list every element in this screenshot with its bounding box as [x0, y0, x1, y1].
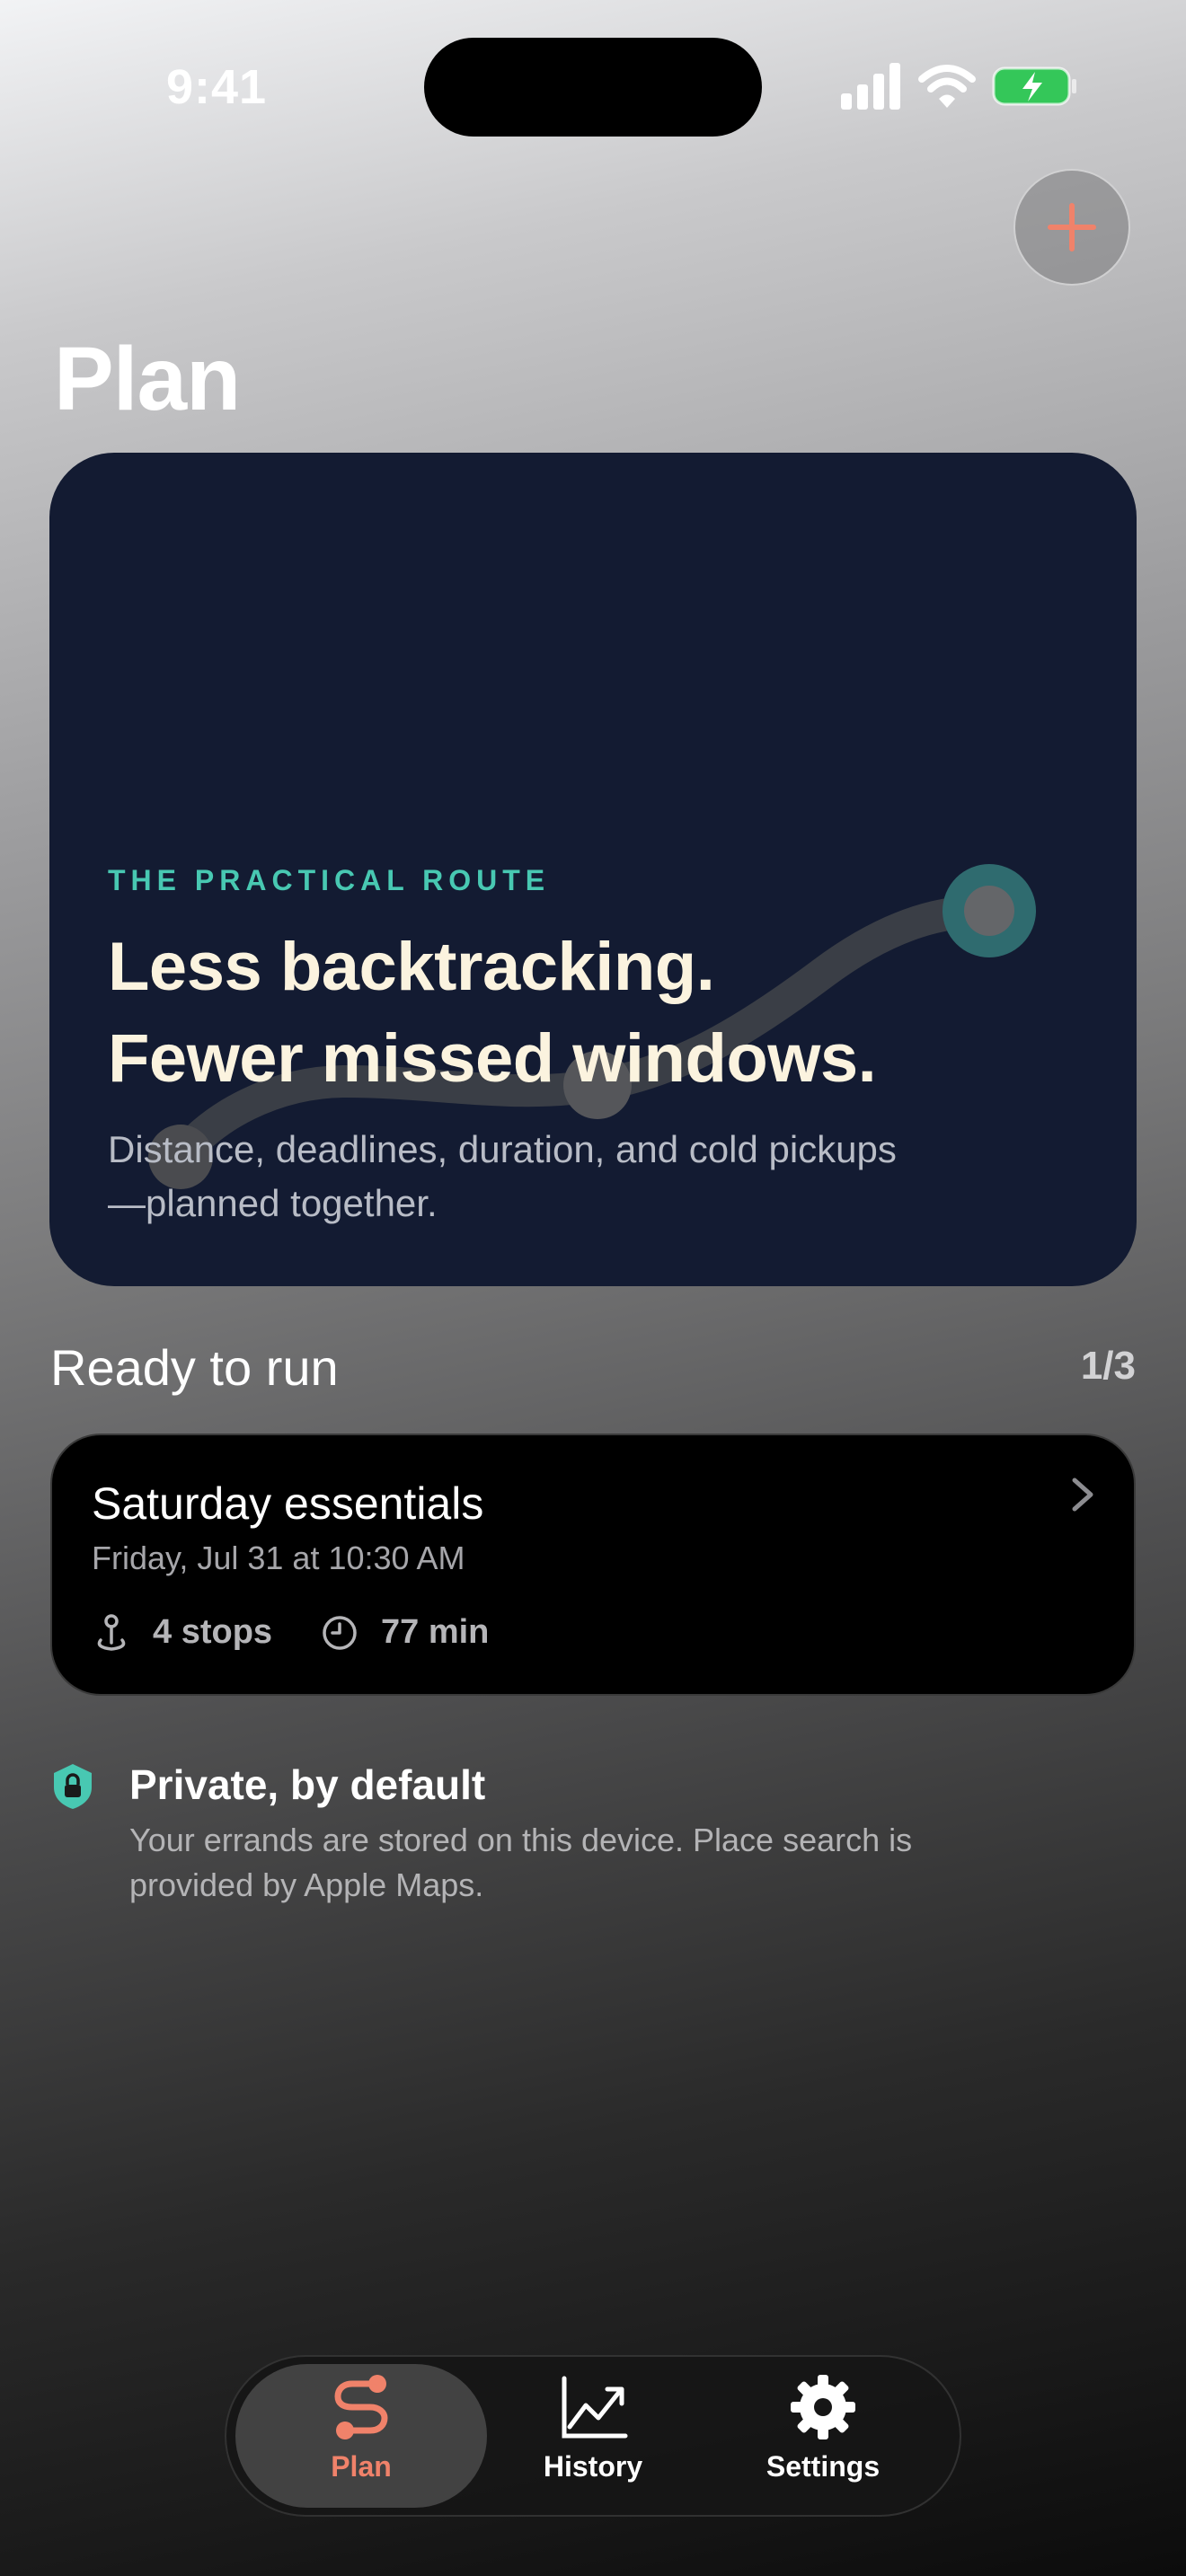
privacy-title: Private, by default — [129, 1761, 486, 1808]
plus-icon — [1048, 203, 1096, 251]
run-card-date: Friday, Jul 31 at 10:30 AM — [92, 1539, 465, 1576]
add-errand-button[interactable] — [1013, 169, 1130, 286]
chart-icon — [562, 2376, 628, 2439]
section-title-ready-to-run: Ready to run — [50, 1339, 339, 1396]
tab-plan[interactable]: Plan — [235, 2371, 487, 2506]
hero-headline: Less backtracking. Fewer missed windows. — [108, 922, 1051, 1105]
tab-history[interactable]: History — [503, 2371, 683, 2506]
hero-headline-line-2: Fewer missed windows. — [108, 1020, 877, 1097]
tab-history-label: History — [543, 2450, 643, 2483]
hero-eyebrow: THE PRACTICAL ROUTE — [108, 864, 551, 896]
route-icon — [334, 2375, 388, 2439]
shield-lock-icon — [54, 1764, 92, 1809]
run-card-stops: 4 stops — [153, 1613, 273, 1651]
privacy-body: Your errands are stored on this device. … — [129, 1822, 913, 1903]
hero-headline-line-1: Less backtracking. — [108, 929, 715, 1005]
tab-plan-label: Plan — [331, 2450, 392, 2483]
dynamic-island — [424, 38, 762, 137]
wifi-icon — [918, 65, 976, 108]
clock-icon — [323, 1616, 357, 1650]
chevron-right-icon — [1072, 1478, 1093, 1512]
section-count: 1/3 — [1080, 1344, 1136, 1388]
cellular-signal-icon — [841, 63, 900, 110]
battery-charging-icon — [992, 66, 1076, 106]
gear-icon — [791, 2375, 855, 2439]
map-pin-icon — [97, 1614, 126, 1651]
status-time: 9:41 — [166, 60, 268, 114]
run-card-title: Saturday essentials — [92, 1478, 484, 1529]
hero-subtitle: Distance, deadlines, duration, and cold … — [108, 1128, 897, 1224]
page-title: Plan — [54, 329, 241, 429]
tab-settings-label: Settings — [766, 2450, 881, 2483]
tab-settings[interactable]: Settings — [733, 2371, 913, 2506]
run-card-duration: 77 min — [381, 1613, 490, 1651]
